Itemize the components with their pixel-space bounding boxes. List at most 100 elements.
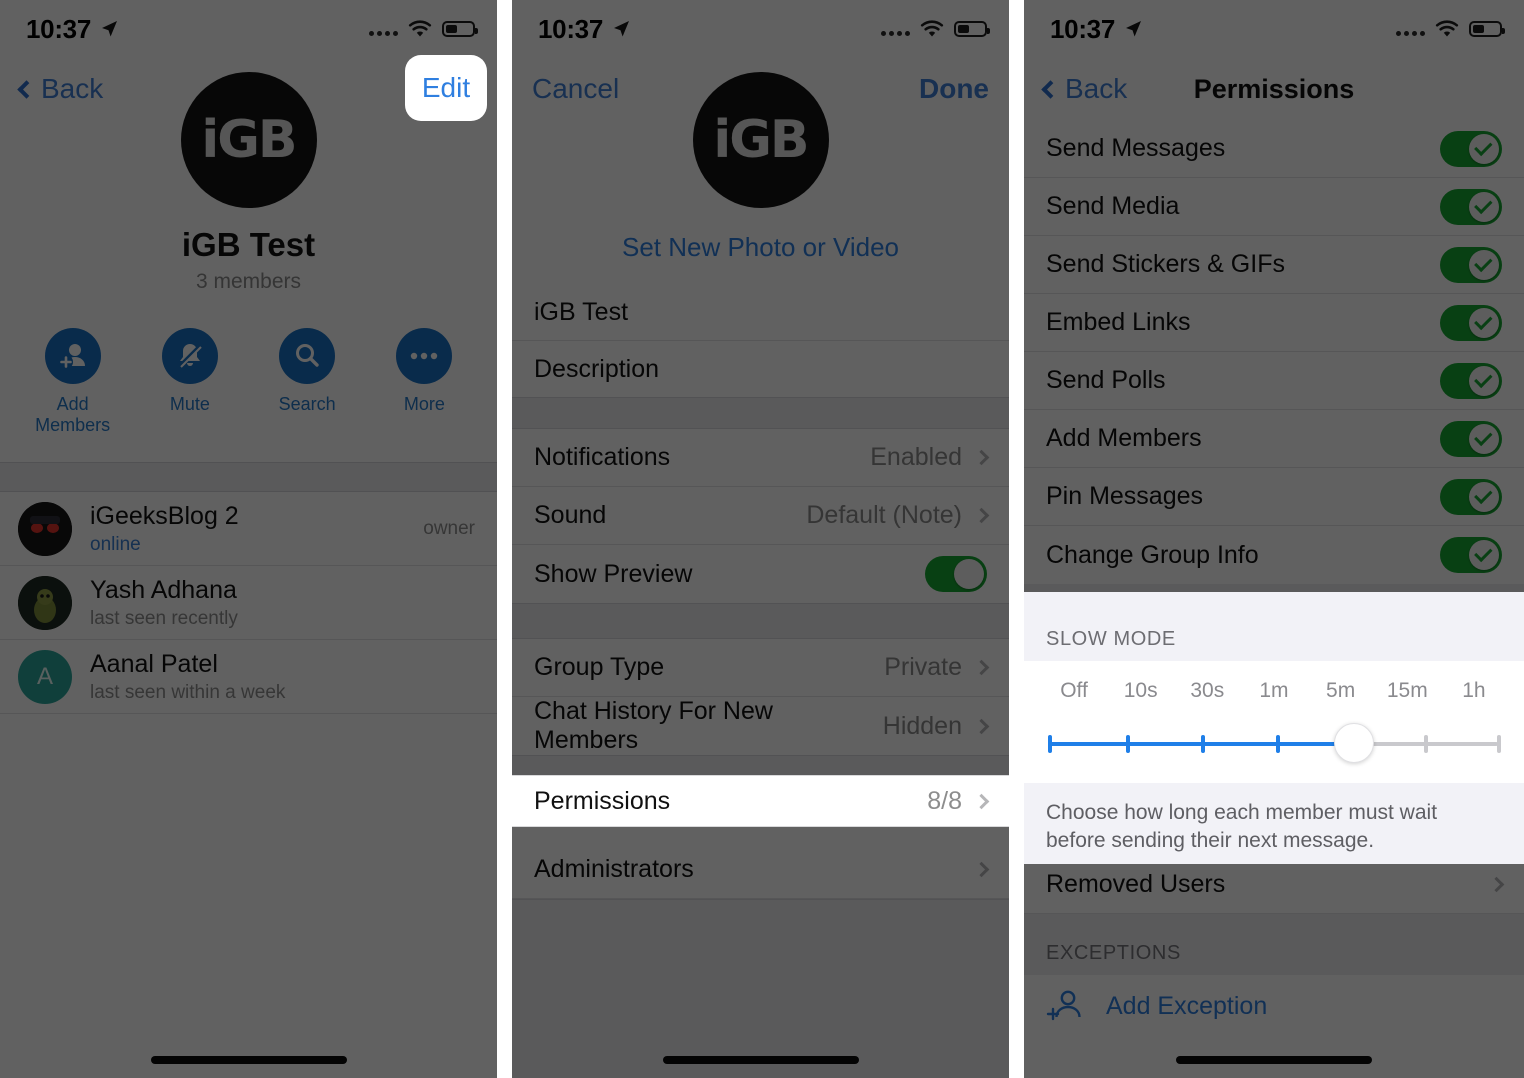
permission-label: Add Members — [1046, 424, 1202, 452]
location-arrow-icon — [1126, 21, 1141, 37]
slow-mode-slider[interactable] — [1046, 723, 1502, 763]
group-name-field[interactable]: iGB Test — [512, 285, 1009, 341]
member-role: owner — [423, 517, 475, 539]
panel-permissions: 10:37 Back Permissions Send Messages Sen… — [1024, 0, 1524, 1078]
action-more[interactable]: More — [369, 328, 479, 436]
avatar — [18, 501, 72, 556]
signal-dots-icon — [881, 22, 910, 36]
notifications-section: Notifications Enabled Sound Default (Not… — [512, 429, 1009, 603]
row-notifications-value: Enabled — [870, 443, 962, 471]
home-indicator — [150, 1056, 347, 1064]
signal-dots-icon — [369, 22, 398, 36]
slow-mode-tick-label[interactable]: 1m — [1246, 679, 1302, 703]
edit-button[interactable]: Edit — [405, 55, 487, 121]
status-indicators — [1396, 19, 1505, 39]
permission-toggle[interactable] — [1440, 420, 1502, 457]
permission-row[interactable]: Pin Messages — [1024, 468, 1524, 526]
permission-row[interactable]: Send Messages — [1024, 120, 1524, 178]
section-divider — [512, 397, 1009, 429]
row-sound[interactable]: Sound Default (Note) — [512, 487, 1009, 545]
slow-mode-tick-label[interactable]: 10s — [1113, 679, 1169, 703]
permission-toggle[interactable] — [1440, 304, 1502, 341]
panel-gap — [1009, 0, 1024, 1078]
slider-thumb[interactable] — [1333, 723, 1374, 763]
chevron-right-icon — [973, 861, 990, 878]
row-permissions[interactable]: Permissions 8/8 — [512, 775, 1009, 827]
permission-toggle[interactable] — [1440, 362, 1502, 399]
permission-label: Send Stickers & GIFs — [1046, 250, 1285, 278]
permission-toggle[interactable] — [1440, 478, 1502, 515]
back-button[interactable]: Back — [17, 73, 103, 105]
status-time-text: 10:37 — [1050, 13, 1115, 44]
group-avatar[interactable]: iGB — [692, 72, 829, 208]
row-administrators[interactable]: Administrators — [512, 841, 1009, 899]
row-removed-users[interactable]: Removed Users — [1024, 856, 1524, 914]
row-group-type[interactable]: Group Type Private — [512, 639, 1009, 697]
permission-row[interactable]: Send Media — [1024, 178, 1524, 236]
panel-gap — [497, 0, 512, 1078]
slow-mode-tick-label[interactable]: Off — [1046, 679, 1102, 703]
done-button[interactable]: Done — [919, 73, 989, 105]
action-mute[interactable]: Mute — [135, 328, 245, 436]
permission-label: Change Group Info — [1046, 540, 1259, 569]
permission-row[interactable]: Embed Links — [1024, 294, 1524, 352]
slow-mode-tick-label[interactable]: 5m — [1313, 679, 1369, 703]
wifi-icon — [1435, 19, 1459, 36]
cancel-button[interactable]: Cancel — [532, 73, 619, 105]
action-search[interactable]: Search — [252, 328, 362, 436]
action-mute-label: Mute — [169, 394, 210, 414]
slider-tick — [1276, 735, 1281, 753]
status-indicators — [881, 19, 990, 39]
slow-mode-note: Choose how long each member must wait be… — [1046, 801, 1438, 853]
bell-slash-icon — [161, 328, 218, 384]
permission-label: Pin Messages — [1046, 482, 1204, 510]
row-chat-history[interactable]: Chat History For New Members Hidden — [512, 697, 1009, 755]
row-show-preview[interactable]: Show Preview — [512, 545, 1009, 603]
slow-mode-tick-label[interactable]: 1h — [1446, 679, 1502, 703]
group-avatar[interactable]: iGB — [180, 72, 317, 208]
row-chat-history-label: Chat History For New Members — [534, 697, 773, 754]
permission-row[interactable]: Send Polls — [1024, 352, 1524, 410]
slow-mode-tick-label[interactable]: 15m — [1379, 679, 1435, 703]
slider-tick — [1497, 735, 1502, 753]
group-description-field[interactable]: Description — [512, 341, 1009, 397]
add-person-outline-icon — [1046, 990, 1081, 1021]
permission-toggle[interactable] — [1440, 537, 1502, 573]
group-settings-section: Group Type Private Chat History For New … — [512, 639, 1009, 755]
action-buttons-row: Add Members Mute Search More — [0, 328, 497, 436]
set-new-photo-button[interactable]: Set New Photo or Video — [512, 232, 1009, 263]
member-name: iGeeksBlog 2 — [90, 501, 239, 530]
status-bar: 10:37 — [512, 0, 1009, 58]
list-item[interactable]: iGeeksBlog 2 online owner — [0, 492, 497, 566]
chevron-left-icon — [1041, 79, 1060, 99]
permission-toggle[interactable] — [1440, 246, 1502, 283]
done-button-label: Done — [919, 73, 989, 104]
permission-row[interactable]: Change Group Info — [1024, 526, 1524, 584]
list-item[interactable]: Yash Adhana last seen recently — [0, 566, 497, 640]
slow-mode-tick-label[interactable]: 30s — [1179, 679, 1235, 703]
permission-toggle[interactable] — [1440, 130, 1502, 167]
row-chat-history-value: Hidden — [882, 711, 962, 740]
group-avatar-text: iGB — [713, 110, 809, 170]
member-status: last seen recently — [90, 607, 238, 629]
status-bar: 10:37 — [1024, 0, 1524, 58]
permission-row[interactable]: Send Stickers & GIFs — [1024, 236, 1524, 294]
battery-icon — [442, 21, 478, 37]
location-arrow-icon — [102, 21, 117, 37]
permission-label: Send Messages — [1046, 134, 1226, 162]
status-time: 10:37 — [26, 14, 119, 45]
panel-edit-group: 10:37 Cancel Done iGB Set New Photo or V… — [512, 0, 1009, 1078]
chevron-right-icon — [973, 718, 990, 734]
row-sound-label: Sound — [534, 501, 607, 529]
permission-toggle[interactable] — [1440, 188, 1502, 225]
add-exception-button[interactable]: Add Exception — [1024, 975, 1524, 1037]
row-notifications-label: Notifications — [534, 443, 671, 471]
action-add-members[interactable]: Add Members — [18, 328, 128, 436]
show-preview-toggle[interactable] — [925, 556, 987, 592]
slow-mode-tick-labels: Off 10s 30s 1m 5m 15m 1h — [1046, 671, 1502, 723]
edit-button-label: Edit — [421, 72, 471, 103]
row-notifications[interactable]: Notifications Enabled — [512, 429, 1009, 487]
back-button[interactable]: Back — [1041, 73, 1127, 105]
list-item[interactable]: A Aanal Patel last seen within a week — [0, 640, 497, 714]
permission-row[interactable]: Add Members — [1024, 410, 1524, 468]
